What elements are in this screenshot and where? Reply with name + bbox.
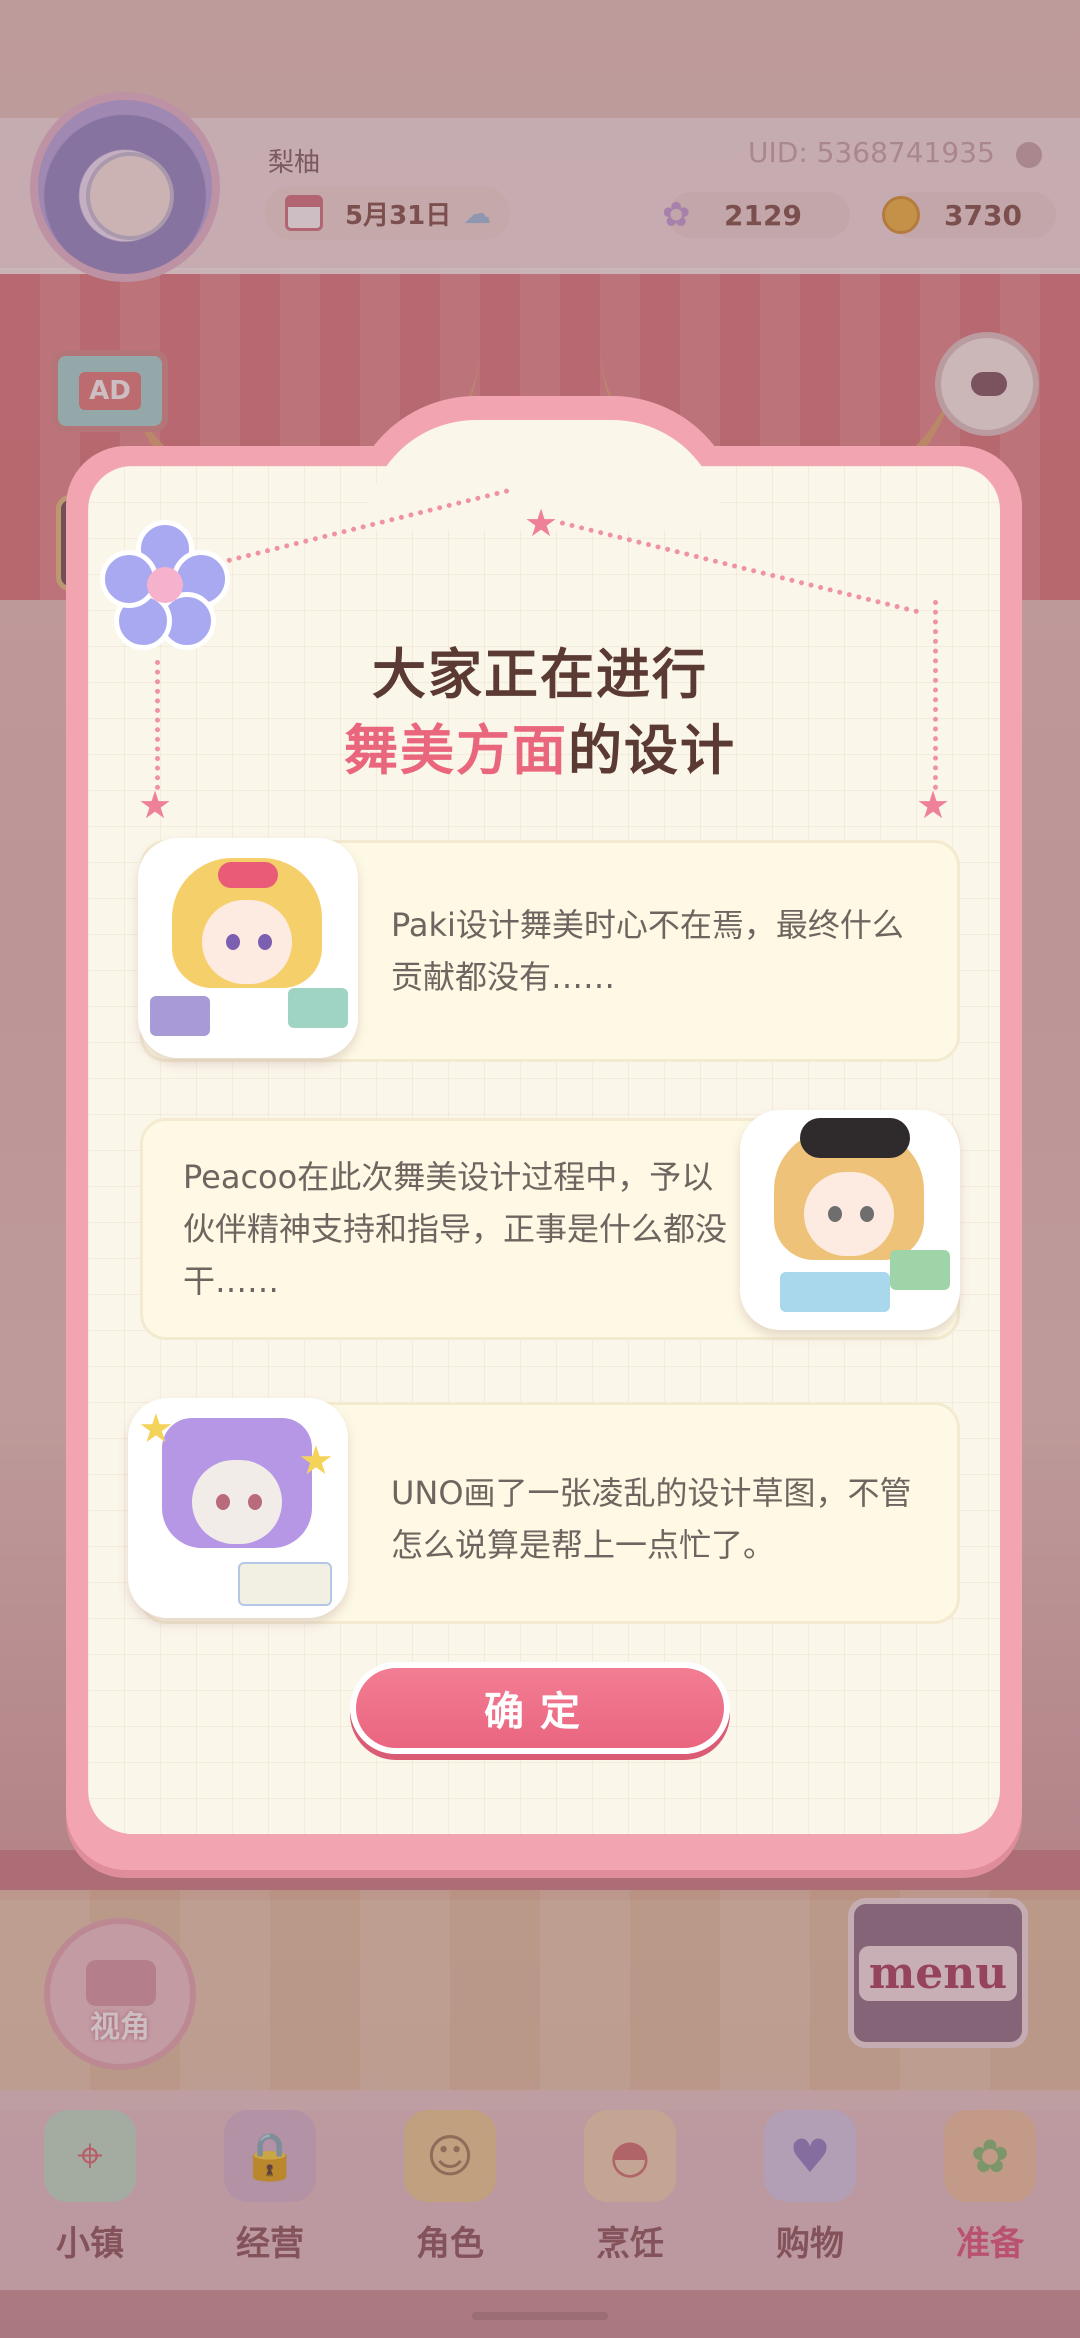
title-highlight: 舞美方面 — [344, 719, 568, 782]
title-suffix: 的设计 — [568, 719, 736, 782]
confirm-button[interactable]: 确定 — [350, 1662, 730, 1754]
star-icon: ★ — [524, 501, 559, 545]
confirm-label: 确定 — [484, 1689, 596, 1735]
card-text: Peacoo在此次舞美设计过程中，予以伙伴精神支持和指导，正事是什么都没干…… — [183, 1158, 728, 1300]
character-sticker-uno: ★ ★ — [128, 1398, 348, 1618]
star-icon: ★ — [138, 783, 173, 827]
dialog-subtitle: 舞美方面的设计 — [0, 706, 1080, 785]
character-sticker-paki — [138, 838, 358, 1058]
card-text: UNO画了一张凌乱的设计草图，不管怎么说算是帮上一点忙了。 — [391, 1474, 912, 1564]
dialog-title: 大家正在进行 — [372, 643, 708, 706]
star-icon: ★ — [916, 783, 951, 827]
character-sticker-peacoo — [740, 1110, 960, 1330]
card-text: Paki设计舞美时心不在焉，最终什么贡献都没有…… — [391, 906, 904, 996]
